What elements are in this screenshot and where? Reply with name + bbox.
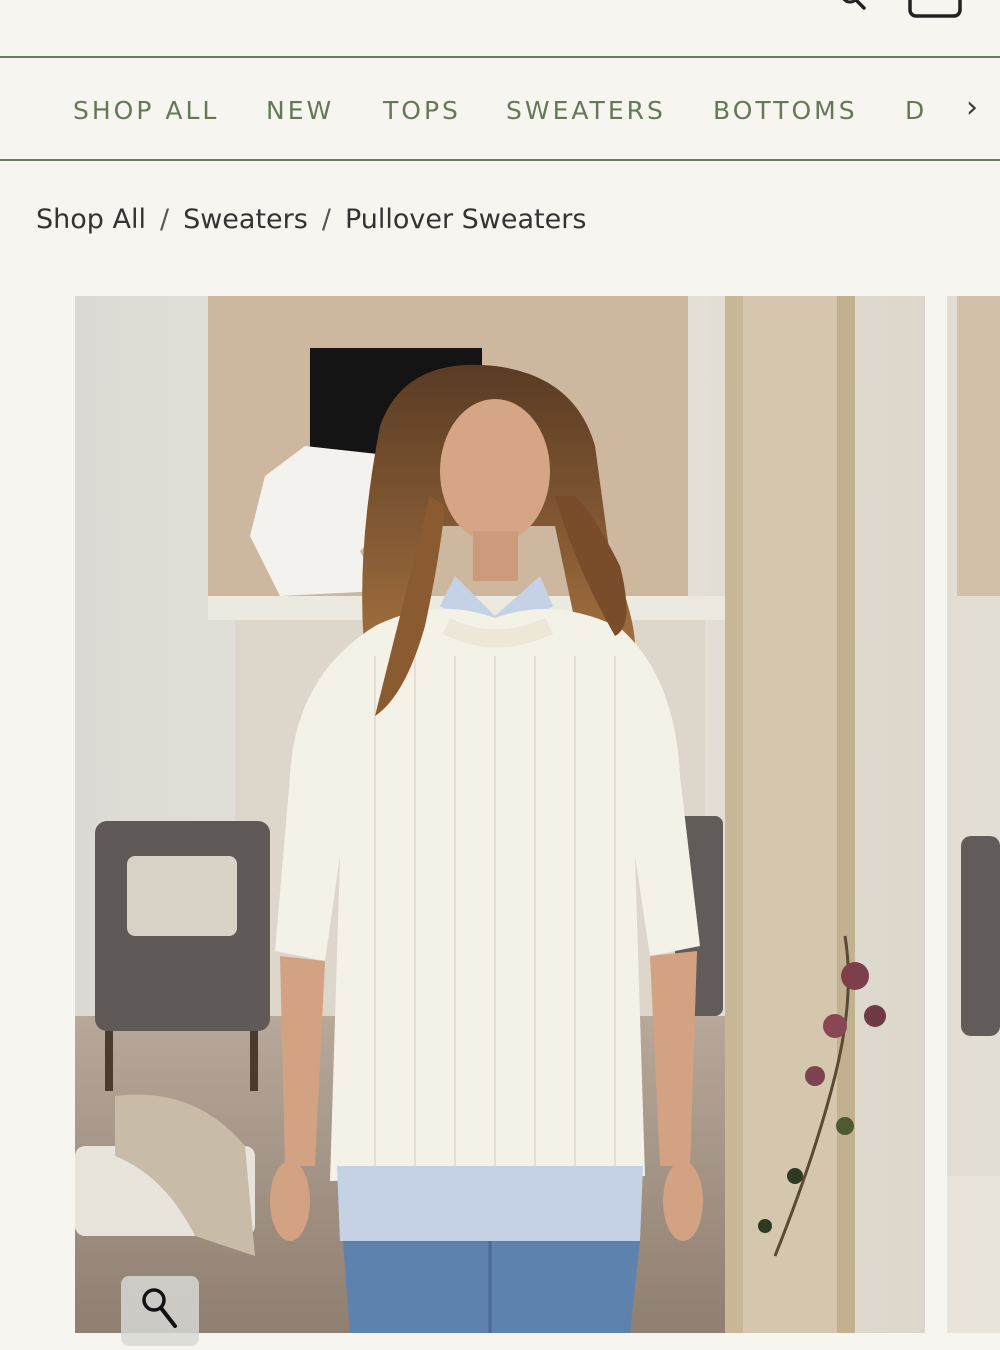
product-photo (75, 296, 925, 1333)
nav-item-new[interactable]: NEW (266, 96, 334, 125)
nav-divider (0, 159, 1000, 161)
bag-icon[interactable] (906, 0, 964, 20)
next-product-photo (947, 296, 1000, 1333)
breadcrumb-separator: / (159, 204, 170, 235)
nav-item-truncated[interactable]: D (905, 96, 927, 125)
zoom-button[interactable] (121, 1276, 199, 1346)
nav-item-shop-all[interactable]: SHOP ALL (73, 96, 219, 125)
nav-item-sweaters[interactable]: SWEATERS (506, 96, 666, 125)
category-nav: SHOP ALL NEW TOPS SWEATERS BOTTOMS D › (0, 58, 1000, 160)
nav-next-arrow-icon[interactable]: › (954, 88, 990, 128)
magnifier-icon (142, 1288, 177, 1328)
nav-item-bottoms[interactable]: BOTTOMS (713, 96, 858, 125)
site-header (0, 0, 1000, 56)
breadcrumb: Shop All / Sweaters / Pullover Sweaters (36, 204, 586, 235)
breadcrumb-separator: / (321, 204, 331, 235)
breadcrumb-pullover-sweaters[interactable]: Pullover Sweaters (345, 204, 586, 235)
product-image-gallery[interactable] (75, 296, 925, 1333)
breadcrumb-sweaters[interactable]: Sweaters (183, 204, 308, 235)
search-icon[interactable] (840, 0, 866, 12)
nav-item-tops[interactable]: TOPS (383, 96, 461, 125)
breadcrumb-shop-all[interactable]: Shop All (36, 204, 146, 235)
next-product-image[interactable] (947, 296, 1000, 1333)
